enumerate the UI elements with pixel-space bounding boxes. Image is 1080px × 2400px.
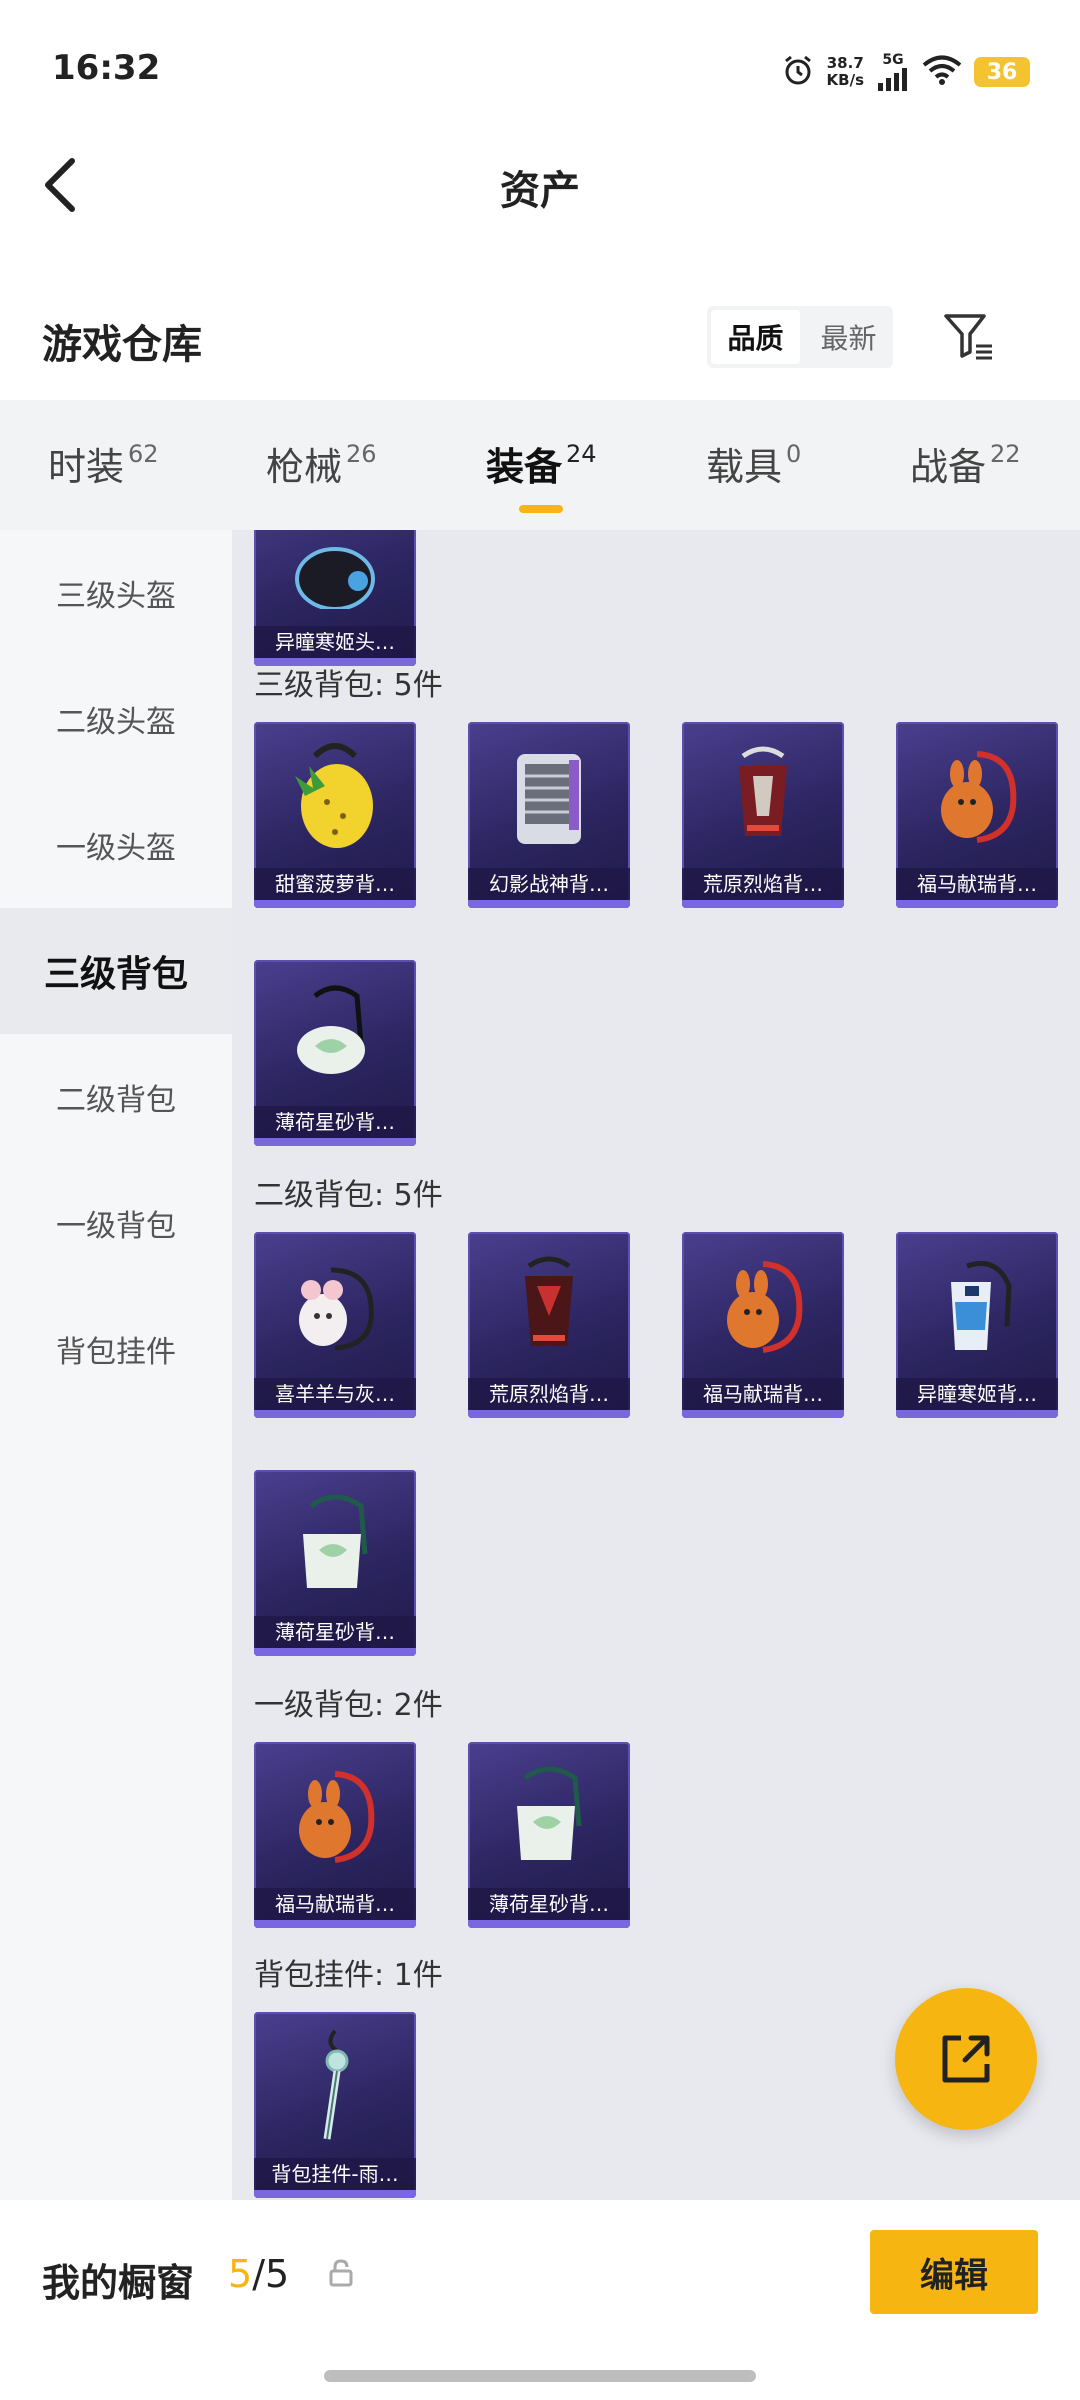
mint-backpack-icon xyxy=(468,1742,630,1890)
item-name: 福马献瑞背… xyxy=(254,1888,416,1920)
section-label-level1-backpack: 一级背包: 2件 xyxy=(254,1688,443,1723)
sidebar-item-level1-helmet[interactable]: 一级头盔 xyxy=(0,782,232,908)
mint-backpack-icon xyxy=(254,1470,416,1618)
page-title: 资产 xyxy=(500,168,580,214)
sidebar-item-level2-backpack[interactable]: 二级背包 xyxy=(0,1034,232,1160)
tab-label: 枪械 xyxy=(266,445,343,489)
sidebar-item-level2-helmet[interactable]: 二级头盔 xyxy=(0,656,232,782)
item-name: 异瞳寒姬头… xyxy=(254,626,416,658)
item-card[interactable]: 荒原烈焰背… xyxy=(468,1232,630,1418)
showcase-label: 我的橱窗 xyxy=(42,2261,195,2305)
sidebar-item-level3-helmet[interactable]: 三级头盔 xyxy=(0,530,232,656)
section-label-level3-backpack: 三级背包: 5件 xyxy=(254,668,443,703)
edit-button[interactable]: 编辑 xyxy=(870,2230,1038,2314)
section-label-backpack-charm: 背包挂件: 1件 xyxy=(254,1958,443,1993)
frost-backpack-icon xyxy=(896,1232,1058,1380)
item-card[interactable]: 薄荷星砂背… xyxy=(468,1742,630,1928)
category-tabs: 时装 62 枪械 26 装备 24 载具 0 战备 22 xyxy=(0,400,1080,530)
status-icons: 38.7 KB/s 5G 36 xyxy=(781,50,1030,94)
tab-label: 载具 xyxy=(706,445,783,489)
sheep-backpack-icon xyxy=(254,1232,416,1380)
horse-backpack-icon xyxy=(682,1232,844,1380)
net-speed-value: 38.7 xyxy=(826,54,864,72)
flame-backpack-icon xyxy=(682,722,844,870)
category-sidebar: 三级头盔 二级头盔 一级头盔 三级背包 二级背包 一级背包 背包挂件 xyxy=(0,530,232,2200)
item-name: 背包挂件-雨… xyxy=(254,2158,416,2190)
tab-equipment[interactable]: 装备 24 xyxy=(486,436,597,513)
sidebar-item-backpack-charm[interactable]: 背包挂件 xyxy=(0,1286,232,1412)
item-name: 薄荷星砂背… xyxy=(254,1616,416,1648)
helmet-icon xyxy=(254,530,416,628)
item-name: 喜羊羊与灰… xyxy=(254,1378,416,1410)
home-indicator xyxy=(324,2370,756,2382)
item-card[interactable]: 甜蜜菠萝背… xyxy=(254,722,416,908)
phantom-backpack-icon xyxy=(468,722,630,870)
wifi-icon xyxy=(922,54,962,90)
showcase-count-current: 5 xyxy=(228,2252,253,2296)
showcase-count: 5/5 xyxy=(228,2252,289,2296)
share-button[interactable] xyxy=(895,1988,1037,2130)
flame-backpack-icon xyxy=(468,1232,630,1380)
tab-count: 26 xyxy=(346,440,377,468)
sort-toggle: 品质 最新 xyxy=(707,306,893,368)
item-name: 幻影战神背… xyxy=(468,868,630,900)
tab-count: 24 xyxy=(566,440,597,468)
sidebar-item-level3-backpack[interactable]: 三级背包 xyxy=(0,908,232,1034)
item-name: 福马献瑞背… xyxy=(896,868,1058,900)
item-card[interactable]: 福马献瑞背… xyxy=(254,1742,416,1928)
sort-option-quality[interactable]: 品质 xyxy=(711,310,800,364)
tab-label: 时装 xyxy=(48,445,125,489)
showcase-count-total: /5 xyxy=(252,2252,290,2296)
network-indicator: 5G xyxy=(876,53,910,91)
filter-button[interactable] xyxy=(940,308,996,364)
tab-firearms[interactable]: 枪械 26 xyxy=(266,436,377,491)
net-speed: 38.7 KB/s xyxy=(827,55,864,89)
tab-label: 战备 xyxy=(910,445,987,489)
mint-backpack-icon xyxy=(254,960,416,1108)
filter-icon xyxy=(944,314,992,360)
item-card[interactable]: 荒原烈焰背… xyxy=(682,722,844,908)
tab-count: 0 xyxy=(786,440,802,468)
status-time: 16:32 xyxy=(52,48,161,88)
active-tab-indicator xyxy=(519,505,564,513)
item-name: 异瞳寒姬背… xyxy=(896,1378,1058,1410)
charm-icon xyxy=(254,2012,416,2160)
item-name: 福马献瑞背… xyxy=(682,1378,844,1410)
lock-icon xyxy=(328,2258,354,2292)
item-card[interactable]: 喜羊羊与灰… xyxy=(254,1232,416,1418)
tab-count: 62 xyxy=(128,440,159,468)
item-name: 薄荷星砂背… xyxy=(468,1888,630,1920)
share-external-icon xyxy=(942,2035,990,2083)
item-card[interactable]: 幻影战神背… xyxy=(468,722,630,908)
tab-supplies[interactable]: 战备 22 xyxy=(910,436,1021,491)
tab-count: 22 xyxy=(990,440,1021,468)
tab-fashion[interactable]: 时装 62 xyxy=(48,436,159,491)
item-name: 薄荷星砂背… xyxy=(254,1106,416,1138)
alarm-icon xyxy=(781,53,815,91)
pineapple-backpack-icon xyxy=(254,722,416,870)
item-card[interactable]: 异瞳寒姬背… xyxy=(896,1232,1058,1418)
item-card[interactable]: 福马献瑞背… xyxy=(896,722,1058,908)
battery-icon: 36 xyxy=(974,57,1030,87)
item-card[interactable]: 薄荷星砂背… xyxy=(254,960,416,1146)
horse-backpack-icon xyxy=(896,722,1058,870)
network-type: 5G xyxy=(882,52,904,68)
sidebar-item-level1-backpack[interactable]: 一级背包 xyxy=(0,1160,232,1286)
item-card[interactable]: 背包挂件-雨… xyxy=(254,2012,416,2198)
item-name: 荒原烈焰背… xyxy=(682,868,844,900)
tab-vehicles[interactable]: 载具 0 xyxy=(706,436,801,491)
net-speed-unit: KB/s xyxy=(826,71,864,89)
sort-option-newest[interactable]: 最新 xyxy=(804,306,893,368)
section-label-level2-backpack: 二级背包: 5件 xyxy=(254,1178,443,1213)
tab-label: 装备 xyxy=(486,445,563,489)
signal-icon xyxy=(878,68,907,91)
item-card[interactable]: 异瞳寒姬头… xyxy=(254,530,416,666)
item-name: 荒原烈焰背… xyxy=(468,1378,630,1410)
warehouse-title: 游戏仓库 xyxy=(42,322,202,368)
item-card[interactable]: 薄荷星砂背… xyxy=(254,1470,416,1656)
horse-backpack-icon xyxy=(254,1742,416,1890)
item-name: 甜蜜菠萝背… xyxy=(254,868,416,900)
item-card[interactable]: 福马献瑞背… xyxy=(682,1232,844,1418)
item-grid: 异瞳寒姬头… 三级背包: 5件 甜蜜菠萝背… 幻影战神背… 荒原烈焰背… 福马献… xyxy=(232,530,1080,2200)
